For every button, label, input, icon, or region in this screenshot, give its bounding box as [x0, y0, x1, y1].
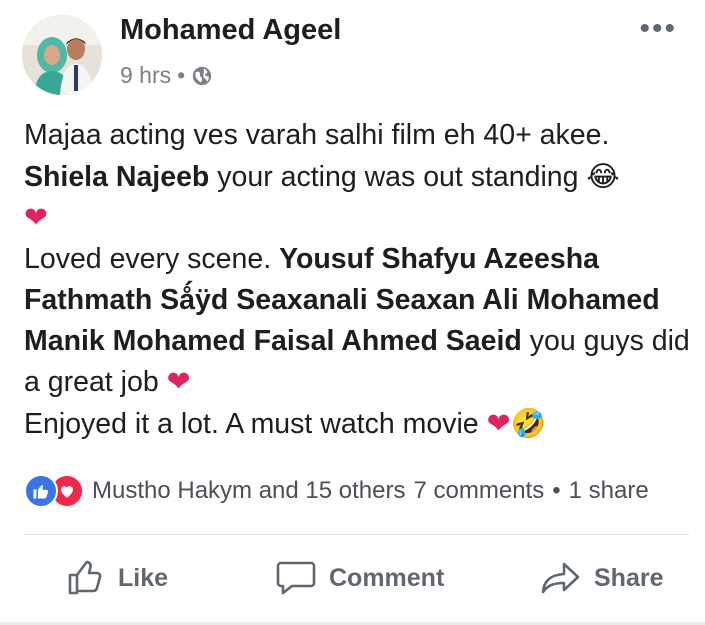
reactions-summary[interactable]: Mustho Hakym and 15 others [92, 477, 406, 505]
meta-separator: • [177, 62, 186, 88]
author-name[interactable]: Mohamed Ageel [120, 14, 341, 47]
heart-emoji: ❤ [166, 366, 191, 398]
mention-shiela-najeeb[interactable]: Shiela Najeeb [24, 161, 209, 193]
heart-emoji: ❤ [24, 202, 48, 234]
post-time[interactable]: 9 hrs [120, 62, 171, 89]
more-options-icon[interactable]: ••• [639, 12, 677, 46]
reaction-icons[interactable] [24, 474, 84, 508]
thumbs-up-icon [68, 560, 102, 595]
heart-emoji: ❤ [486, 408, 511, 440]
post-line-2: your acting was out standing [209, 161, 587, 193]
stats-separator: • [552, 477, 561, 504]
share-button[interactable]: Share [540, 548, 663, 608]
comment-icon [276, 561, 316, 595]
comment-label: Comment [329, 563, 445, 592]
like-reaction-icon [24, 474, 58, 508]
rofl-emoji: 🤣 [510, 407, 546, 440]
post-line-1: Majaa acting ves varah salhi film eh 40+… [24, 119, 610, 151]
post-text: Majaa acting ves varah salhi film eh 40+… [24, 115, 694, 445]
comments-count[interactable]: 7 comments [414, 477, 545, 505]
share-label: Share [594, 563, 664, 592]
like-label: Like [118, 563, 169, 592]
avatar[interactable] [22, 15, 102, 95]
globe-icon [193, 66, 212, 85]
laughing-emoji: 😂 [586, 160, 620, 193]
shares-count[interactable]: 1 share [569, 477, 649, 505]
share-arrow-icon [541, 562, 580, 594]
like-button[interactable]: Like [66, 548, 168, 608]
reactions-bar: Mustho Hakym and 15 others 7 comments • … [24, 474, 705, 508]
comment-button[interactable]: Comment [275, 548, 444, 608]
post-line-3: Loved every scene. [24, 243, 280, 275]
post-meta: 9 hrs • [120, 62, 213, 89]
post-line-4: Enjoyed it a lot. A must watch movie [24, 408, 487, 440]
avatar-image [22, 15, 102, 95]
post-header: Mohamed Ageel 9 hrs • ••• [0, 0, 705, 100]
post-actions: Like Comment Share [0, 548, 705, 608]
divider [24, 534, 689, 535]
